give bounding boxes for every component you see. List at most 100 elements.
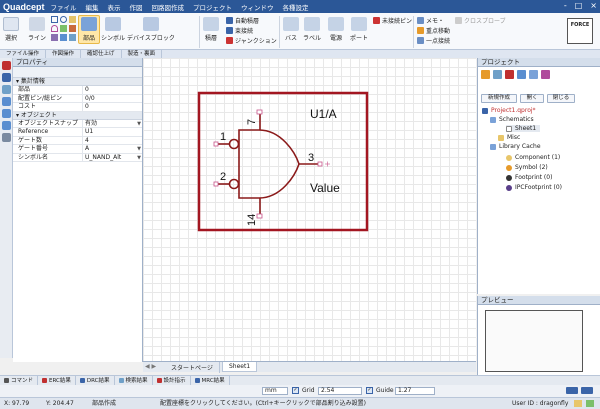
tree-schematics[interactable]: Schematics bbox=[490, 116, 534, 123]
ortho-icon[interactable] bbox=[581, 387, 593, 394]
label-button[interactable]: ラベル bbox=[303, 17, 321, 42]
prop-row[interactable]: 部品 0 bbox=[13, 86, 142, 95]
prop-row[interactable]: シンボル名 U_NAND_Alt ▼ bbox=[13, 153, 142, 162]
value-label[interactable]: Value bbox=[310, 181, 340, 195]
maximize-button[interactable]: □ bbox=[575, 1, 583, 10]
prop-row[interactable]: 配置ピン/総ピン 0/0 bbox=[13, 94, 142, 103]
single-connect-button[interactable]: 一点接続 bbox=[417, 36, 450, 45]
menu-edit[interactable]: 編集 bbox=[86, 2, 99, 12]
ref-label[interactable]: U1/A bbox=[310, 107, 337, 121]
bundle-button[interactable]: 束接続 bbox=[226, 26, 253, 35]
tree-project[interactable]: Project1.qproj* bbox=[482, 107, 536, 114]
net-icon[interactable] bbox=[2, 73, 11, 82]
menu-draw[interactable]: 作図 bbox=[130, 2, 143, 12]
chevron-down-icon[interactable]: ▼ bbox=[136, 120, 142, 128]
new-project-button[interactable]: 新規作成 bbox=[481, 94, 517, 103]
chevron-down-icon[interactable]: ▼ bbox=[136, 145, 142, 153]
symbol-button[interactable]: シンボル bbox=[101, 17, 125, 42]
part-button[interactable]: 部品 bbox=[78, 15, 100, 44]
tree-misc[interactable]: Misc bbox=[498, 134, 520, 141]
junction-button[interactable]: ジャンクション bbox=[226, 36, 277, 45]
project-tool-icon[interactable] bbox=[493, 70, 502, 79]
force-button[interactable]: FORCE bbox=[567, 18, 593, 44]
grid-select[interactable]: 2.54 bbox=[318, 387, 362, 395]
cross-probe-button[interactable]: クロスプローブ bbox=[455, 16, 506, 25]
tree-sheet1[interactable]: Sheet1 bbox=[506, 125, 541, 132]
layer-icon[interactable] bbox=[2, 85, 11, 94]
menu-view[interactable]: 表示 bbox=[108, 2, 121, 12]
zoom-in-icon[interactable] bbox=[2, 97, 11, 106]
snap-icon[interactable] bbox=[566, 387, 578, 394]
circle-icon[interactable] bbox=[60, 16, 67, 23]
status-ok-icon[interactable] bbox=[586, 400, 594, 407]
tab-mrc[interactable]: MRC結果 bbox=[191, 376, 230, 385]
prop-row[interactable]: Reference U1 bbox=[13, 128, 142, 137]
bus-button[interactable]: バス bbox=[283, 17, 299, 42]
close-button[interactable]: × bbox=[590, 1, 597, 10]
chevron-down-icon[interactable]: ▼ bbox=[136, 154, 142, 162]
stack-button[interactable]: 積層 bbox=[203, 17, 219, 42]
notification-icon[interactable] bbox=[574, 400, 582, 407]
memo-button[interactable]: メモ・ bbox=[417, 16, 444, 25]
rect-icon[interactable] bbox=[51, 16, 58, 23]
table-icon[interactable] bbox=[69, 34, 76, 41]
prop-row[interactable]: ゲート数 4 bbox=[13, 136, 142, 145]
tab-sheet1[interactable]: Sheet1 bbox=[222, 362, 258, 372]
prop-row[interactable]: コスト 0 bbox=[13, 103, 142, 112]
port-button[interactable]: ポート bbox=[350, 17, 368, 42]
nand-gate-symbol[interactable] bbox=[217, 114, 318, 214]
project-tool-icon[interactable] bbox=[481, 70, 490, 79]
menu-file[interactable]: ファイル bbox=[51, 2, 77, 12]
tab-erc[interactable]: ERC結果 bbox=[38, 376, 76, 385]
unit-select[interactable]: mm bbox=[262, 387, 288, 395]
section-object[interactable]: ▾ オブジェクト bbox=[13, 111, 142, 120]
tree-library-cache[interactable]: Library Cache bbox=[490, 143, 541, 150]
link-icon[interactable] bbox=[60, 34, 67, 41]
menu-schematic[interactable]: 回路図作成 bbox=[152, 2, 185, 12]
minimize-button[interactable]: - bbox=[564, 1, 567, 10]
close-project-button[interactable]: 閉じる bbox=[547, 94, 575, 103]
gear-icon[interactable] bbox=[2, 133, 11, 142]
tab-command[interactable]: コマンド bbox=[0, 376, 39, 385]
auto-stack-button[interactable]: 自動積層 bbox=[226, 16, 259, 25]
fit-icon[interactable] bbox=[2, 121, 11, 130]
move-button[interactable]: 重点移動 bbox=[417, 26, 450, 35]
tree-ipc-footprint[interactable]: IPCFootprint (0) bbox=[506, 184, 562, 191]
section-summary[interactable]: ▾ 集計情報 bbox=[13, 78, 142, 86]
polygon-icon[interactable] bbox=[60, 25, 67, 32]
project-tool-icon[interactable] bbox=[529, 70, 538, 79]
prop-row[interactable]: オブジェクトスナップ 有効 ▼ bbox=[13, 119, 142, 128]
guide-checkbox[interactable]: ✓ bbox=[366, 387, 373, 394]
project-tool-icon[interactable] bbox=[505, 70, 514, 79]
tree-footprint[interactable]: Footprint (0) bbox=[506, 174, 552, 181]
pointer-icon[interactable] bbox=[2, 61, 11, 70]
grid-checkbox[interactable]: ✓ bbox=[292, 387, 299, 394]
open-button[interactable]: 開く bbox=[520, 94, 544, 103]
prop-row[interactable]: ゲート番号 A ▼ bbox=[13, 145, 142, 154]
zoom-out-icon[interactable] bbox=[2, 109, 11, 118]
tree-component[interactable]: Component (1) bbox=[506, 154, 560, 161]
arc-icon[interactable] bbox=[51, 25, 58, 32]
preview-thumbnail[interactable] bbox=[485, 310, 583, 372]
no-connect-button[interactable]: 未接続ピン bbox=[373, 16, 412, 25]
device-block-button[interactable]: デバイスブロック bbox=[127, 17, 175, 42]
image-icon[interactable] bbox=[69, 25, 76, 32]
text-icon[interactable] bbox=[69, 16, 76, 23]
menu-window[interactable]: ウィンドウ bbox=[241, 2, 274, 12]
tab-start-page[interactable]: スタートページ bbox=[165, 362, 220, 373]
select-button[interactable]: 選択 bbox=[3, 17, 19, 42]
tree-symbol[interactable]: Symbol (2) bbox=[506, 164, 548, 171]
project-tool-icon[interactable] bbox=[541, 70, 550, 79]
menu-settings[interactable]: 各種設定 bbox=[283, 2, 309, 12]
power-button[interactable]: 電源 bbox=[328, 17, 344, 42]
pen-icon[interactable] bbox=[51, 34, 58, 41]
line-button[interactable]: ライン bbox=[28, 17, 46, 42]
tab-scroll-left[interactable]: ◀ ▶ bbox=[145, 363, 156, 370]
project-tool-icon[interactable] bbox=[517, 70, 526, 79]
menu-project[interactable]: プロジェクト bbox=[193, 2, 232, 12]
guide-select[interactable]: 1.27 bbox=[395, 387, 435, 395]
tab-design[interactable]: 設計指示 bbox=[153, 376, 191, 385]
tab-search[interactable]: 検索結果 bbox=[115, 376, 153, 385]
schematic-canvas[interactable]: U1/A Value 1 2 3 7 14 bbox=[143, 58, 476, 361]
tab-drc[interactable]: DRC結果 bbox=[76, 376, 115, 385]
